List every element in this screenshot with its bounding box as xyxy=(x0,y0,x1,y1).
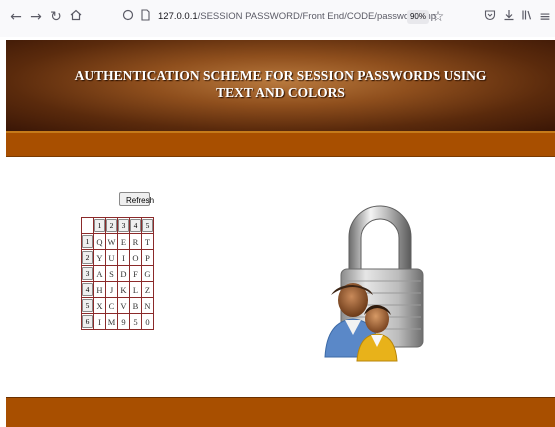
browser-toolbar: ← → ↻ 127.0.0.1/SESSION PASSWORD/Front E… xyxy=(0,0,555,37)
grid-cell: C xyxy=(105,297,118,314)
row-button-3[interactable]: 3 xyxy=(82,267,93,280)
download-icon[interactable] xyxy=(501,9,517,25)
col-button-2[interactable]: 2 xyxy=(106,219,117,232)
grid-cell: E xyxy=(117,233,130,250)
row-header-cell: 6 xyxy=(81,313,94,330)
header-strip xyxy=(6,133,555,157)
shield-icon[interactable] xyxy=(120,9,136,25)
grid-cell: S xyxy=(105,265,118,282)
url-host: 127.0.0.1 xyxy=(158,11,198,22)
forward-arrow-icon[interactable]: → xyxy=(28,9,44,25)
lock-users-illustration xyxy=(315,195,445,365)
address-bar[interactable]: 127.0.0.1/SESSION PASSWORD/Front End/COD… xyxy=(158,11,436,22)
bookmark-star-icon[interactable]: ☆ xyxy=(430,9,446,25)
url-path: /SESSION PASSWORD/Front End/CODE/passwor… xyxy=(197,11,437,22)
col-button-4[interactable]: 4 xyxy=(130,219,141,232)
grid-cell: 9 xyxy=(117,313,130,330)
grid-header-row: 1 2 3 4 5 xyxy=(81,217,154,234)
back-arrow-icon[interactable]: ← xyxy=(8,9,24,25)
pocket-icon[interactable] xyxy=(482,9,498,25)
col-header-cell: 5 xyxy=(141,217,154,234)
grid-cell: Z xyxy=(141,281,154,298)
grid-cell: T xyxy=(141,233,154,250)
row-header-cell: 1 xyxy=(81,233,94,250)
padlock-icon xyxy=(324,205,424,362)
home-icon[interactable] xyxy=(68,9,84,25)
refresh-button[interactable]: Refresh xyxy=(119,192,154,206)
grid-cell: V xyxy=(117,297,130,314)
grid-cell: O xyxy=(129,249,142,266)
grid-cell: U xyxy=(105,249,118,266)
grid-cell: X xyxy=(93,297,106,314)
col-header-cell: 1 xyxy=(93,217,106,234)
row-button-5[interactable]: 5 xyxy=(82,299,93,312)
grid-cell: B xyxy=(129,297,142,314)
col-button-1[interactable]: 1 xyxy=(94,219,105,232)
grid-row: 4 H J K L Z xyxy=(81,281,154,298)
footer-strip xyxy=(6,397,555,427)
col-header-cell: 2 xyxy=(105,217,118,234)
grid-cell: I xyxy=(117,249,130,266)
col-button-3[interactable]: 3 xyxy=(118,219,129,232)
grid-row: 1 Q W E R T xyxy=(81,233,154,250)
col-button-5[interactable]: 5 xyxy=(142,219,153,232)
row-button-2[interactable]: 2 xyxy=(82,251,93,264)
grid-cell: H xyxy=(93,281,106,298)
row-header-cell: 4 xyxy=(81,281,94,298)
col-header-cell: 3 xyxy=(117,217,130,234)
grid-cell: I xyxy=(93,313,106,330)
row-header-cell: 5 xyxy=(81,297,94,314)
grid-cell: G xyxy=(141,265,154,282)
grid-cell: L xyxy=(129,281,142,298)
page-info-icon[interactable] xyxy=(137,9,153,25)
grid-row: 6 I M 9 5 0 xyxy=(81,313,154,330)
row-header-cell: 2 xyxy=(81,249,94,266)
grid-corner xyxy=(81,217,94,234)
row-button-6[interactable]: 6 xyxy=(82,315,93,328)
grid-cell: A xyxy=(93,265,106,282)
page-title: AUTHENTICATION SCHEME FOR SESSION PASSWO… xyxy=(6,67,555,101)
col-header-cell: 4 xyxy=(129,217,142,234)
grid-cell: W xyxy=(105,233,118,250)
grid-cell: R xyxy=(129,233,142,250)
page-banner: AUTHENTICATION SCHEME FOR SESSION PASSWO… xyxy=(6,40,555,133)
password-grid: 1 2 3 4 5 1 Q W E R T 2 Y U I O P 3 A S … xyxy=(81,217,154,330)
menu-icon[interactable]: ≡ xyxy=(537,9,553,25)
grid-cell: N xyxy=(141,297,154,314)
grid-row: 5 X C V B N xyxy=(81,297,154,314)
grid-cell: 5 xyxy=(129,313,142,330)
zoom-level[interactable]: 90% xyxy=(407,10,429,24)
page-title-line2: TEXT AND COLORS xyxy=(216,85,345,100)
grid-cell: Y xyxy=(93,249,106,266)
grid-cell: K xyxy=(117,281,130,298)
grid-row: 3 A S D F G xyxy=(81,265,154,282)
grid-cell: D xyxy=(117,265,130,282)
row-button-1[interactable]: 1 xyxy=(82,235,93,248)
page-title-line1: AUTHENTICATION SCHEME FOR SESSION PASSWO… xyxy=(74,68,487,83)
row-header-cell: 3 xyxy=(81,265,94,282)
grid-cell: F xyxy=(129,265,142,282)
library-icon[interactable] xyxy=(519,9,535,25)
grid-row: 2 Y U I O P xyxy=(81,249,154,266)
grid-cell: J xyxy=(105,281,118,298)
grid-cell: Q xyxy=(93,233,106,250)
grid-cell: 0 xyxy=(141,313,154,330)
reload-icon[interactable]: ↻ xyxy=(48,9,64,25)
row-button-4[interactable]: 4 xyxy=(82,283,93,296)
grid-cell: P xyxy=(141,249,154,266)
grid-cell: M xyxy=(105,313,118,330)
